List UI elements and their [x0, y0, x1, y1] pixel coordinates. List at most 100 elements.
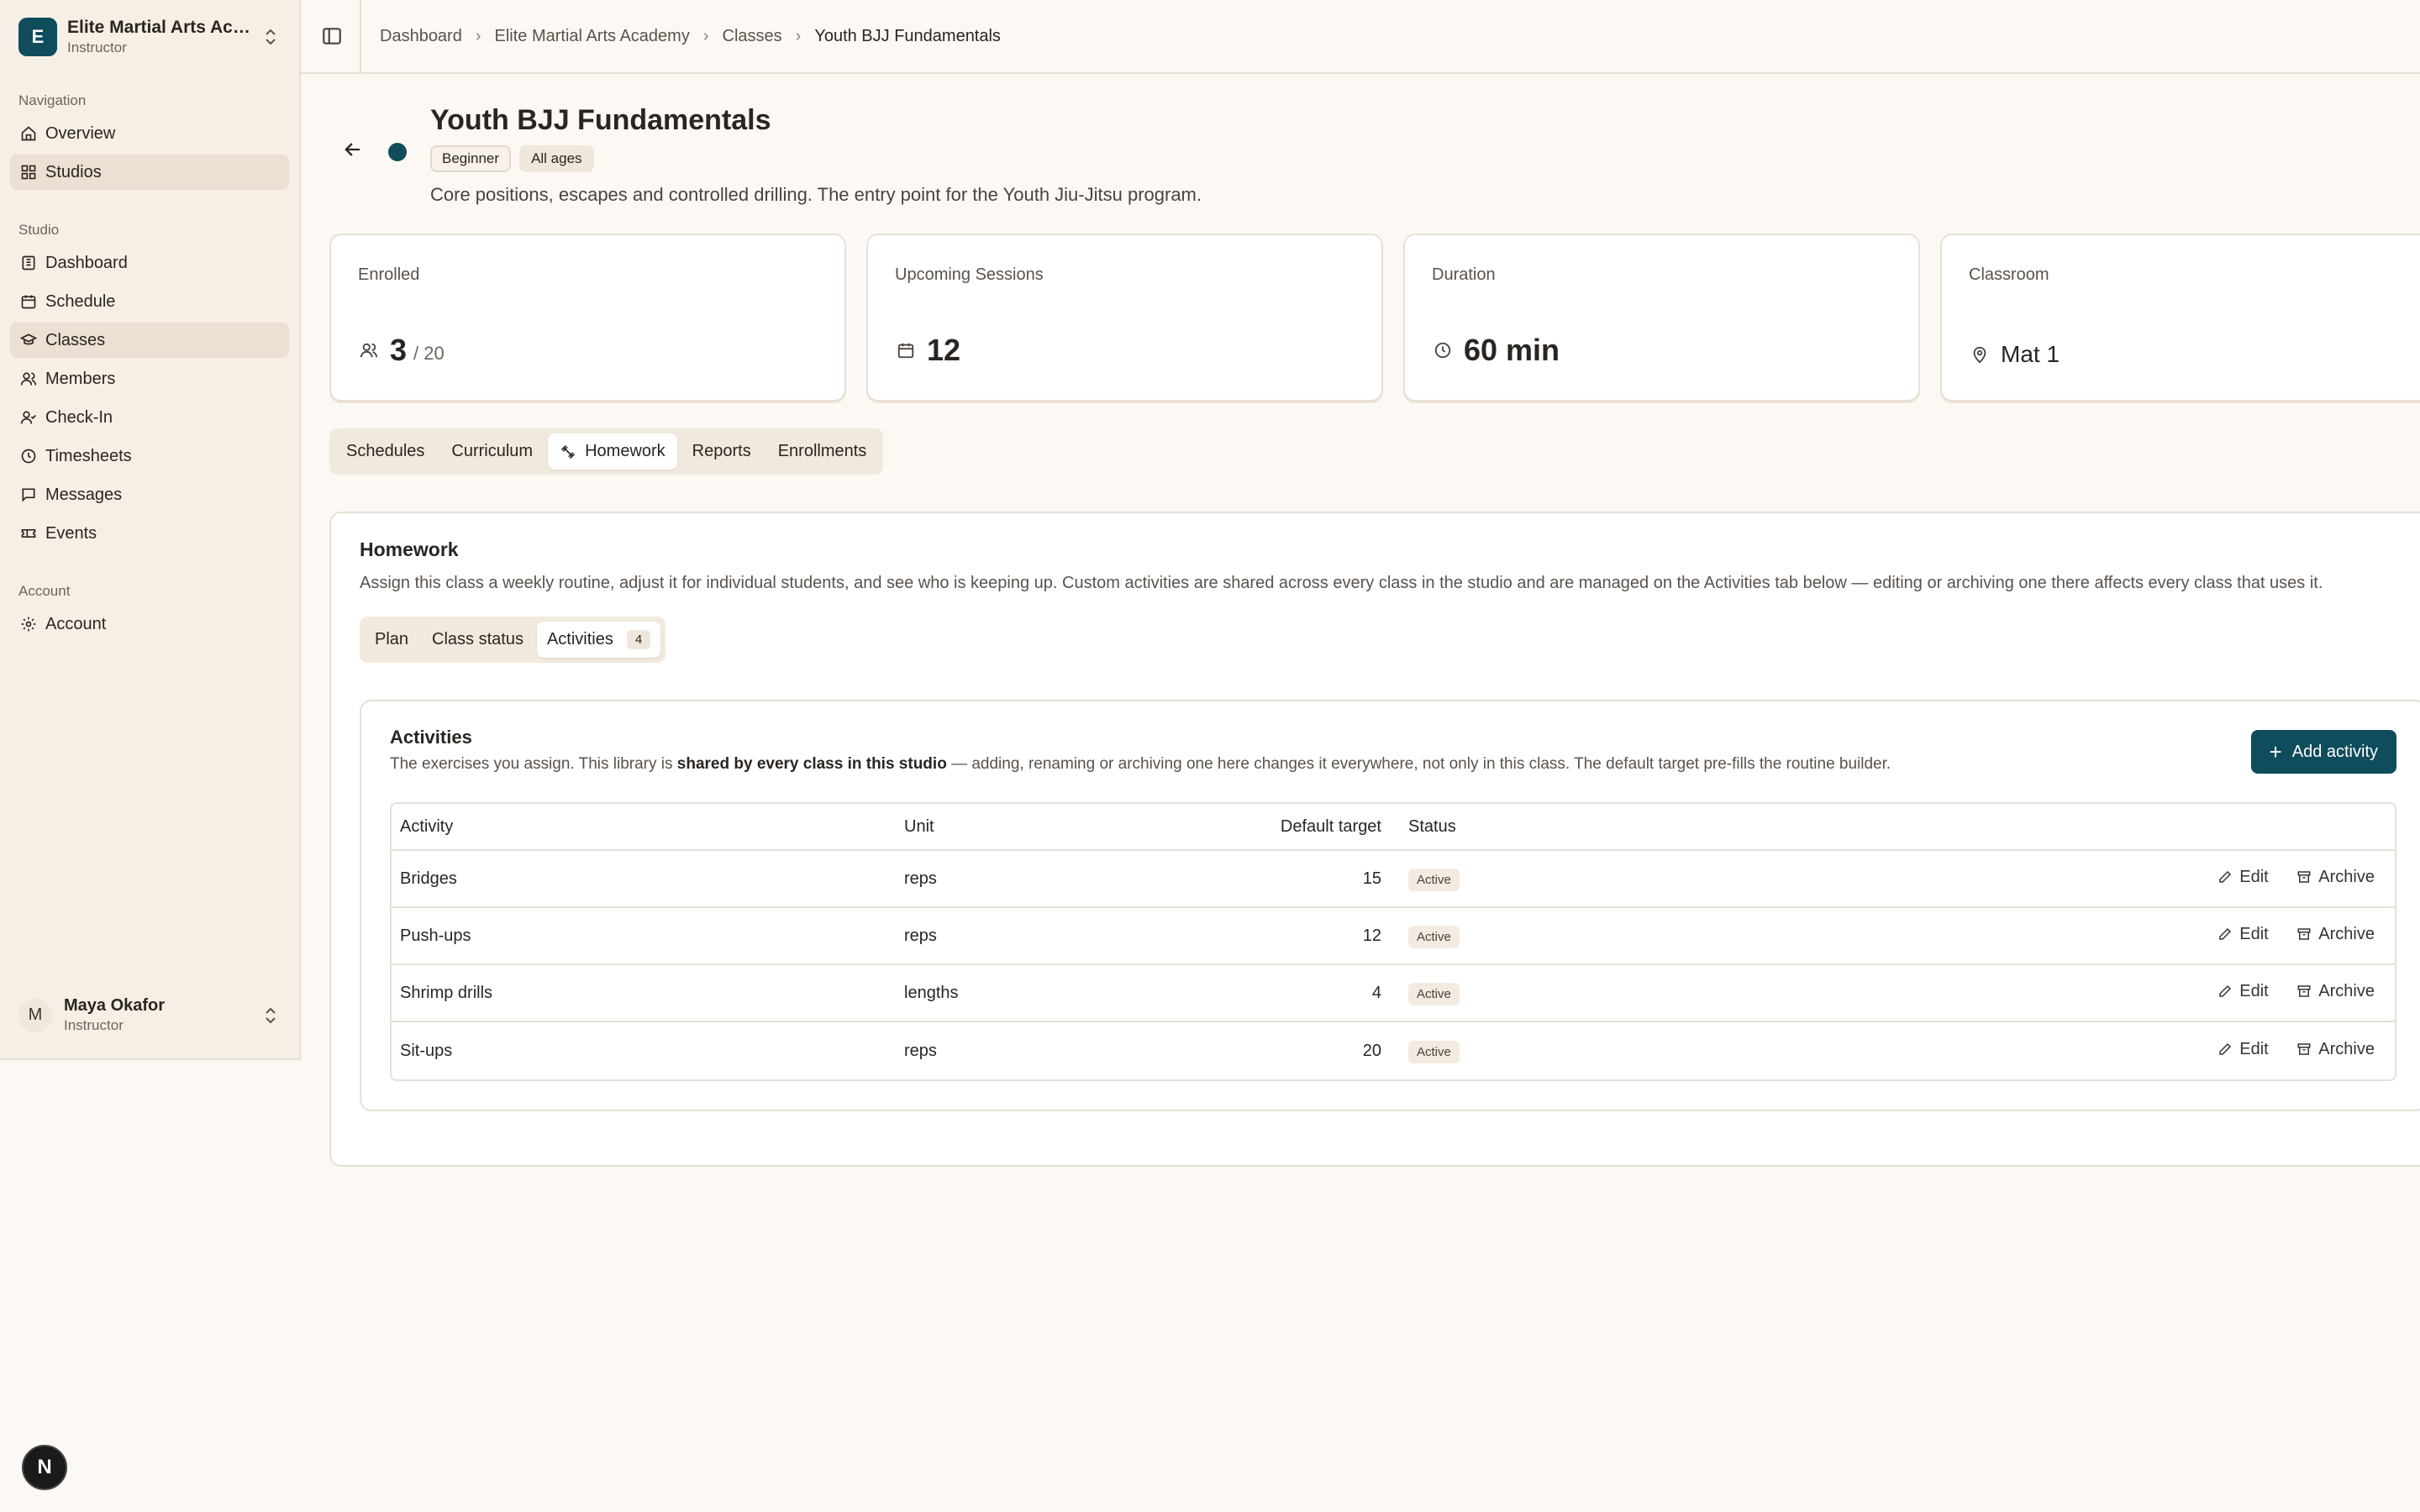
- activity-name: Sit-ups: [400, 1041, 453, 1060]
- chevron-right-icon: ›: [795, 26, 802, 45]
- chevrons-up-down-icon: [266, 29, 276, 45]
- sidebar-item-label: Schedule: [45, 291, 116, 311]
- stat-enrolled: Enrolled 3 / 20: [329, 234, 846, 402]
- status-badge: Active: [1408, 868, 1460, 891]
- archive-button[interactable]: Archive: [2296, 1040, 2375, 1059]
- archive-icon: [2297, 871, 2311, 883]
- class-header: Youth BJJ Fundamentals Beginner All ages…: [329, 74, 2420, 234]
- pencil-icon: [2219, 871, 2232, 883]
- home-icon: [21, 126, 36, 141]
- sidebar-item-timesheets[interactable]: Timesheets: [10, 438, 289, 474]
- tab-schedules[interactable]: Schedules: [334, 433, 436, 470]
- archive-button[interactable]: Archive: [2296, 868, 2375, 887]
- user-menu[interactable]: M Maya Okafor Instructor: [10, 996, 289, 1034]
- status-badge: Active: [1408, 1040, 1460, 1063]
- sidebar-item-studios[interactable]: Studios: [10, 155, 289, 190]
- tab-homework[interactable]: Homework: [548, 433, 677, 470]
- sidebar-item-classes[interactable]: Classes: [10, 323, 289, 358]
- subtab-class-status[interactable]: Class status: [422, 622, 534, 658]
- org-name: Elite Martial Arts Academy: [67, 18, 252, 37]
- activity-unit: lengths: [896, 965, 1232, 1022]
- activity-unit: reps: [896, 851, 1232, 908]
- page-title: Youth BJJ Fundamentals: [430, 104, 771, 136]
- stat-sessions: Upcoming Sessions 12: [866, 234, 1383, 402]
- table-row: Bridges reps 15 Active Edit Archive: [392, 851, 2395, 908]
- calendar-icon: [21, 295, 36, 309]
- sidebar-item-overview[interactable]: Overview: [10, 116, 289, 151]
- sidebar-item-schedule[interactable]: Schedule: [10, 284, 289, 319]
- user-check-icon: [20, 411, 36, 424]
- breadcrumb-classes[interactable]: Classes: [723, 27, 782, 46]
- sidebar-item-label: Messages: [45, 485, 123, 504]
- column-header-activity: Activity: [392, 804, 896, 851]
- building-icon: [22, 255, 35, 270]
- plus-icon: +: [2269, 739, 2282, 764]
- activity-unit: reps: [896, 908, 1232, 965]
- graduation-cap-icon: [20, 333, 37, 345]
- sidebar-toggle-icon[interactable]: [321, 25, 343, 47]
- dev-tools-badge[interactable]: N: [22, 1445, 67, 1490]
- edit-button[interactable]: Edit: [2217, 982, 2269, 1001]
- pencil-icon: [2219, 1043, 2232, 1055]
- add-activity-button[interactable]: + Add activity: [2250, 730, 2396, 774]
- archive-button[interactable]: Archive: [2296, 982, 2375, 1001]
- map-pin-icon: [1973, 346, 1986, 364]
- nav-section-label: Navigation: [18, 92, 87, 108]
- sidebar: E Elite Martial Arts Academy Instructor …: [0, 0, 301, 1060]
- archive-button[interactable]: Archive: [2296, 925, 2375, 944]
- calendar-icon: [897, 343, 914, 359]
- chevron-right-icon: ›: [702, 26, 709, 45]
- table-row: Push-ups reps 12 Active Edit Archive: [392, 908, 2395, 965]
- archive-icon: [2297, 1043, 2311, 1055]
- edit-button[interactable]: Edit: [2217, 868, 2269, 887]
- activities-card: Activities The exercises you assign. Thi…: [360, 700, 2420, 1111]
- main-content: Dashboard › Elite Martial Arts Academy ›…: [301, 0, 2420, 1512]
- stat-duration: Duration 60 min: [1403, 234, 1920, 402]
- activity-target: 15: [1232, 851, 1400, 908]
- sidebar-item-events[interactable]: Events: [10, 516, 289, 551]
- sidebar-item-account[interactable]: Account: [10, 606, 289, 642]
- stats-row: Enrolled 3 / 20 Upcoming Sessions 12 Dur…: [329, 234, 2420, 402]
- archive-icon: [2297, 928, 2311, 940]
- users-icon: [360, 343, 378, 358]
- tab-enrollments[interactable]: Enrollments: [766, 433, 879, 470]
- sidebar-item-label: Account: [45, 614, 107, 633]
- avatar: M: [18, 998, 52, 1032]
- breadcrumb: Dashboard › Elite Martial Arts Academy ›…: [380, 27, 1001, 46]
- sidebar-item-label: Events: [45, 523, 97, 543]
- activities-description: The exercises you assign. This library i…: [390, 755, 1891, 773]
- org-switcher[interactable]: E Elite Martial Arts Academy Instructor: [0, 0, 299, 74]
- edit-button[interactable]: Edit: [2217, 925, 2269, 944]
- tab-reports[interactable]: Reports: [681, 433, 763, 470]
- clock-icon: [1434, 342, 1451, 359]
- edit-button[interactable]: Edit: [2217, 1040, 2269, 1059]
- stat-classroom: Classroom Mat 1: [1940, 234, 2420, 402]
- archive-icon: [2297, 985, 2311, 997]
- column-header-target: Default target: [1232, 804, 1400, 851]
- breadcrumb-dashboard[interactable]: Dashboard: [380, 27, 462, 46]
- table-row: Sit-ups reps 20 Active Edit Archive: [392, 1022, 2395, 1079]
- sidebar-item-checkin[interactable]: Check-In: [10, 400, 289, 435]
- sidebar-item-messages[interactable]: Messages: [10, 477, 289, 512]
- user-role: Instructor: [64, 1017, 124, 1033]
- class-tabs: Schedules Curriculum Homework Reports En…: [329, 428, 884, 475]
- tab-curriculum[interactable]: Curriculum: [439, 433, 544, 470]
- chevrons-up-down-icon: [266, 1007, 276, 1023]
- sidebar-item-members[interactable]: Members: [10, 361, 289, 396]
- activity-target: 4: [1232, 965, 1400, 1022]
- sidebar-item-label: Dashboard: [45, 253, 128, 272]
- class-description: Core positions, escapes and controlled d…: [430, 184, 1202, 205]
- homework-subtabs: Plan Class status Activities 4: [360, 617, 666, 663]
- sidebar-item-label: Classes: [45, 330, 106, 349]
- arrow-left-icon[interactable]: [341, 138, 365, 161]
- nav-section-label: Account: [18, 583, 71, 599]
- status-badge: Active: [1408, 925, 1460, 948]
- activities-count-badge: 4: [626, 630, 651, 649]
- subtab-plan[interactable]: Plan: [365, 622, 418, 658]
- breadcrumb-academy[interactable]: Elite Martial Arts Academy: [495, 27, 690, 46]
- activity-unit: reps: [904, 1041, 937, 1060]
- clock-icon: [21, 449, 36, 464]
- activities-table: Activity Unit Default target Status Brid…: [390, 802, 2396, 1081]
- sidebar-item-dashboard[interactable]: Dashboard: [10, 245, 289, 281]
- subtab-activities[interactable]: Activities 4: [536, 622, 661, 658]
